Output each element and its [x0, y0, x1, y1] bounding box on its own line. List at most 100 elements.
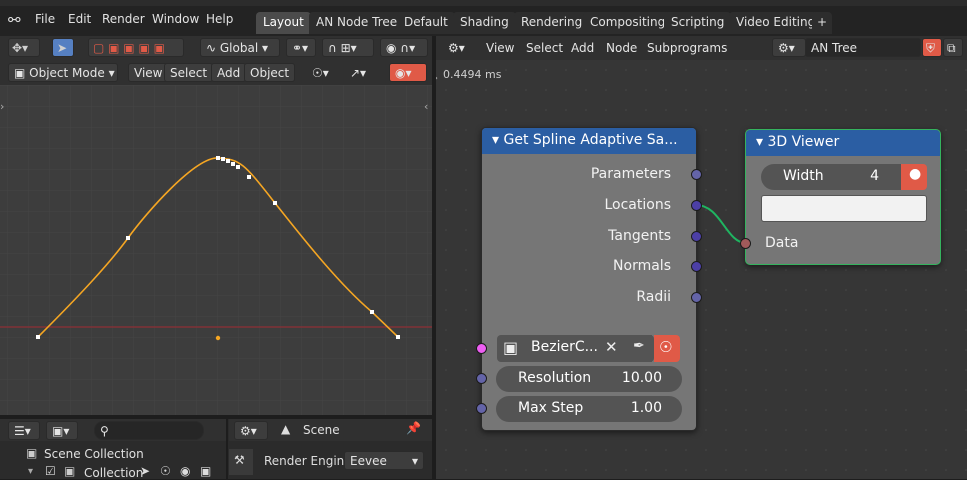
fake-user-button[interactable]: ⛨ — [922, 38, 942, 57]
collection-select-icon[interactable]: ➤ — [140, 464, 150, 478]
resolution-field[interactable]: Resolution 10.00 — [496, 366, 682, 392]
viewer-node-header[interactable]: ▾ 3D Viewer — [746, 130, 940, 156]
pin-icon[interactable]: 📌 — [406, 421, 421, 435]
tab-rendering[interactable]: Rendering — [514, 12, 590, 34]
collection-camera-icon[interactable]: ▣ — [200, 464, 211, 478]
output-normals-label: Normals — [613, 258, 671, 274]
collection-icon: ▣ — [64, 464, 76, 478]
viewport-menu-select[interactable]: Select — [164, 63, 214, 82]
max-step-label: Max Step — [518, 400, 584, 416]
socket-max-step[interactable] — [476, 403, 487, 414]
clear-object-icon[interactable]: ✕ — [605, 338, 618, 356]
node-menu-node[interactable]: Node — [600, 38, 643, 57]
select-tool-button[interactable]: ➤ — [52, 38, 74, 57]
width-label: Width — [783, 168, 824, 184]
expand-collection-icon[interactable]: ▾ — [28, 466, 33, 477]
object-name: BezierC... — [531, 339, 598, 355]
menu-edit[interactable]: Edit — [68, 12, 91, 26]
render-engine-value: Eevee — [350, 454, 387, 468]
viewport-3d[interactable]: › ‹ — [0, 85, 432, 415]
tab-shading[interactable]: Shading — [453, 12, 516, 34]
max-step-field[interactable]: Max Step 1.00 — [496, 396, 682, 422]
tab-an-node-tree[interactable]: AN Node Tree — [309, 12, 405, 34]
global-toggle-button[interactable]: ☉ — [654, 335, 680, 362]
node-editor-type-button[interactable]: ⚙▾ — [442, 38, 474, 57]
snap-button[interactable]: ∩ ⊞▾ — [322, 38, 374, 57]
collection-render-icon[interactable]: ◉ — [180, 464, 190, 478]
overlay-button[interactable]: ◉▾ — [389, 63, 427, 82]
proportional-edit-button[interactable]: ◉ ∩▾ — [380, 38, 428, 57]
viewport-menu-add[interactable]: Add — [211, 63, 247, 82]
eyedropper-button[interactable]: ✒ — [627, 335, 652, 362]
editor-type-button[interactable]: ✥▾ — [8, 38, 40, 57]
socket-data-input[interactable] — [740, 238, 751, 249]
viewport-menu-object[interactable]: Object — [244, 63, 296, 82]
collapse-icon[interactable]: ▾ — [492, 132, 499, 148]
render-engine-dropdown[interactable]: Eevee ▾ — [344, 451, 424, 470]
viewport-menu-view[interactable]: View — [128, 63, 169, 82]
add-workspace-button[interactable]: + — [812, 12, 833, 34]
tab-scripting[interactable]: Scripting — [664, 12, 732, 34]
select-mode-buttons[interactable]: ▢ ▣ ▣ ▣ ▣ — [88, 38, 184, 57]
viewer-record-button[interactable]: ● — [901, 164, 927, 190]
collapse-icon[interactable]: ▾ — [756, 134, 763, 150]
collection-label[interactable]: Collection — [84, 466, 143, 480]
socket-normals[interactable] — [691, 261, 702, 272]
visibility-button[interactable]: ☉▾ — [306, 63, 340, 82]
output-tangents-label: Tangents — [608, 228, 671, 244]
node-tree-type-button[interactable]: ⚙▾ — [772, 38, 806, 57]
outliner-search-input[interactable]: ⚲ — [94, 421, 204, 440]
menu-help[interactable]: Help — [206, 12, 233, 26]
node-menu-add[interactable]: Add — [565, 38, 600, 57]
tab-layout[interactable]: Layout — [256, 12, 311, 34]
node-menu-view[interactable]: View — [480, 38, 520, 57]
menu-render[interactable]: Render — [102, 12, 145, 26]
properties-editor-type[interactable]: ⚙▾ — [234, 421, 268, 440]
node-menu-select[interactable]: Select — [520, 38, 569, 57]
tab-video-editing[interactable]: Video Editing — [729, 12, 823, 34]
spline-node-title: Get Spline Adaptive Sa... — [503, 132, 678, 148]
socket-radii[interactable] — [691, 292, 702, 303]
spline-node-header[interactable]: ▾ Get Spline Adaptive Sa... — [482, 128, 696, 154]
socket-locations[interactable] — [691, 200, 702, 211]
toolbar-expand-icon[interactable]: › — [436, 73, 438, 84]
viewport-grid — [0, 85, 432, 415]
node-tree-type-icon: ⚙▾ — [778, 41, 795, 55]
pivot-button[interactable]: ⚭▾ — [286, 38, 316, 57]
viewer-text-field[interactable] — [761, 195, 927, 222]
socket-resolution[interactable] — [476, 373, 487, 384]
menu-window[interactable]: Window — [152, 12, 199, 26]
box-select-icon: ▢ ▣ ▣ ▣ ▣ — [93, 41, 165, 55]
menu-file[interactable]: File — [35, 12, 55, 26]
gizmo-button[interactable]: ↗▾ — [344, 63, 380, 82]
socket-object-input[interactable] — [476, 343, 487, 354]
scene-icon: ▲ — [281, 422, 291, 436]
gizmo-icon: ↗▾ — [350, 66, 367, 80]
collection-eye-icon[interactable]: ☉ — [160, 464, 171, 478]
display-mode-button[interactable]: ▣▾ — [46, 421, 78, 440]
transform-tool-icon: ✥▾ — [12, 41, 29, 55]
properties-tab-tool[interactable]: ⚒ — [229, 449, 253, 475]
viewer-node-title: 3D Viewer — [767, 134, 840, 150]
tab-default[interactable]: Default — [397, 12, 455, 34]
duplicate-tree-button[interactable]: ⧉ — [943, 38, 963, 57]
socket-tangents[interactable] — [691, 231, 702, 242]
socket-parameters[interactable] — [691, 169, 702, 180]
curve-object-icon: ▣ — [503, 338, 519, 357]
sidebar-expand-icon[interactable]: ‹ — [424, 100, 428, 113]
tab-compositing[interactable]: Compositing — [583, 12, 673, 34]
mode-dropdown[interactable]: ▣ Object Mode ▾ — [8, 63, 118, 82]
node-editor-canvas[interactable]: 0.4494 ms › ▾ Get Spline Adaptive Sa... … — [436, 60, 967, 479]
width-field[interactable]: Width 4 — [761, 164, 901, 190]
collection-checkbox-icon[interactable]: ☑ — [45, 464, 56, 478]
outliner-editor-type[interactable]: ☰▾ — [8, 421, 40, 440]
transform-orientation-dropdown[interactable]: ∿ Global ▾ — [200, 38, 280, 57]
viewport-canvas[interactable]: › ‹ — [0, 85, 432, 415]
blender-logo-icon[interactable]: ⚯ — [8, 12, 24, 28]
scene-collection-label[interactable]: Scene Collection — [44, 447, 144, 461]
node-menu-subprograms[interactable]: Subprograms — [641, 38, 733, 57]
tool-icon: ⚒ — [234, 453, 245, 467]
toolbar-expand-icon[interactable]: › — [0, 100, 4, 113]
node-tree-name-field[interactable]: AN Tree — [805, 38, 921, 57]
orientation-icon: ∿ — [206, 41, 220, 55]
